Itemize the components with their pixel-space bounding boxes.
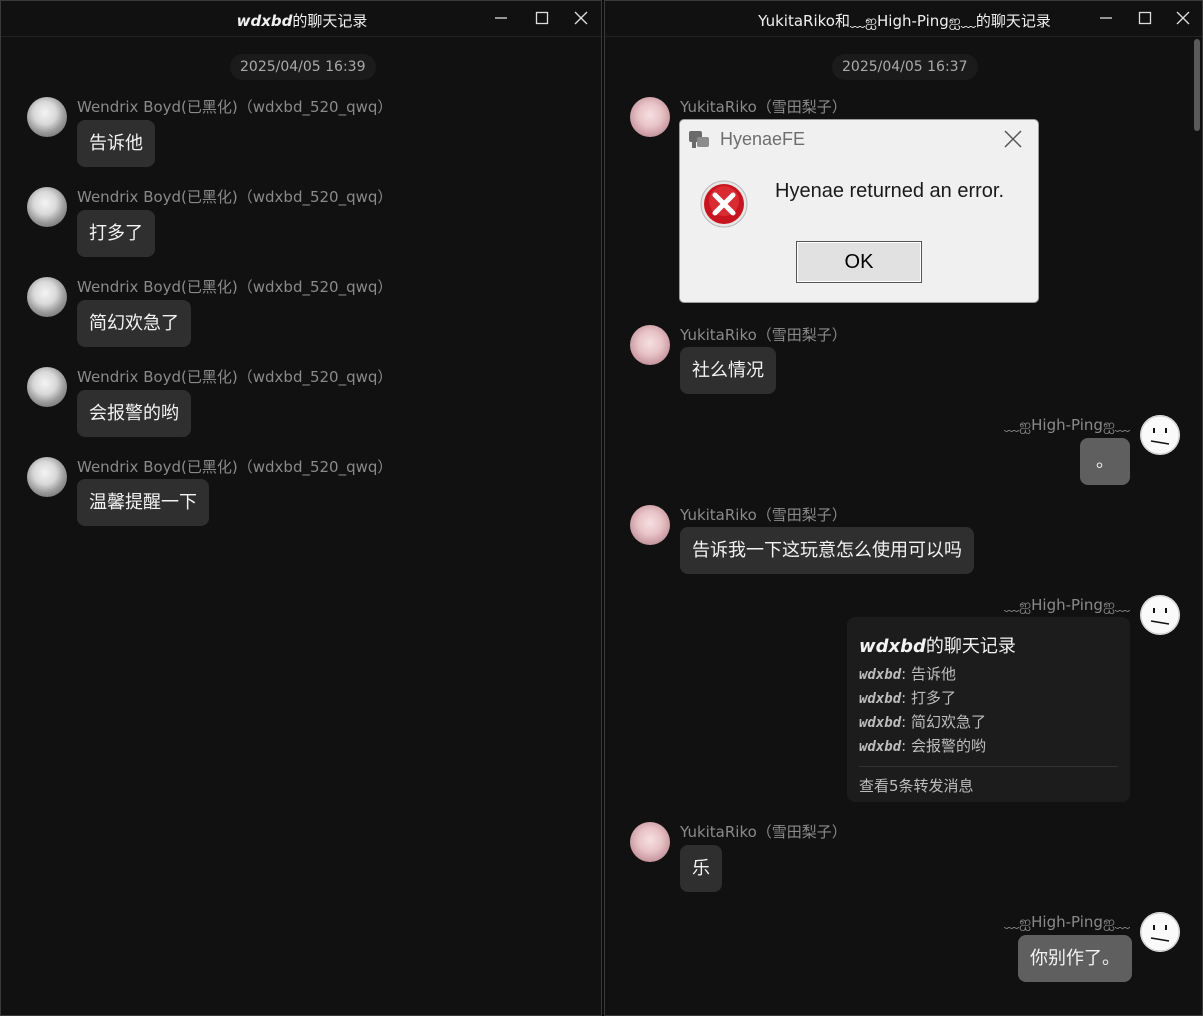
avatar[interactable]	[630, 822, 670, 862]
sender-name: YukitaRiko（雪田梨子）	[680, 326, 847, 344]
maximize-icon[interactable]	[531, 7, 553, 29]
avatar[interactable]	[27, 367, 67, 407]
dialog-title: HyenaeFE	[720, 129, 806, 149]
message-bubble[interactable]: 告诉我一下这玩意怎么使用可以吗	[680, 527, 974, 574]
timestamp: 2025/04/05 16:39	[230, 54, 376, 80]
sender-name: ﹏ஐHigh-Pingஐ﹏	[1004, 913, 1130, 931]
avatar[interactable]	[27, 457, 67, 497]
avatar[interactable]	[630, 97, 670, 137]
forward-line: wdxbd: 打多了	[859, 689, 956, 707]
divider	[859, 766, 1118, 767]
message-bubble[interactable]: 。	[1080, 438, 1130, 485]
message-bubble[interactable]: 告诉他	[77, 120, 155, 167]
avatar[interactable]	[27, 277, 67, 317]
avatar[interactable]	[1140, 595, 1180, 635]
title-bar: YukitaRiko和﹏ஐHigh-Pingஐ﹏的聊天记录	[605, 1, 1202, 37]
avatar[interactable]	[630, 325, 670, 365]
face-icon	[1140, 912, 1180, 952]
close-icon[interactable]	[1172, 7, 1194, 29]
maximize-icon[interactable]	[1134, 7, 1156, 29]
sender-name: Wendrix Boyd(已黑化)（wdxbd_520_qwq）	[77, 98, 393, 116]
title-bar: wdxbd的聊天记录	[1, 1, 601, 37]
sender-name: Wendrix Boyd(已黑化)（wdxbd_520_qwq）	[77, 278, 393, 296]
message-bubble[interactable]: 会报警的哟	[77, 390, 191, 437]
forward-line: wdxbd: 简幻欢急了	[859, 713, 986, 731]
sender-name: Wendrix Boyd(已黑化)（wdxbd_520_qwq）	[77, 458, 393, 476]
sender-name: ﹏ஐHigh-Pingஐ﹏	[1004, 416, 1130, 434]
app-icon	[689, 131, 709, 148]
sender-name: YukitaRiko（雪田梨子）	[680, 506, 847, 524]
avatar[interactable]	[27, 97, 67, 137]
avatar[interactable]	[27, 187, 67, 227]
close-icon[interactable]	[570, 7, 592, 29]
message-bubble[interactable]: 乐	[680, 845, 722, 892]
message-bubble[interactable]: 温馨提醒一下	[77, 479, 209, 526]
forward-line: wdxbd: 告诉他	[859, 665, 956, 683]
sender-name: YukitaRiko（雪田梨子）	[680, 823, 847, 841]
error-dialog: HyenaeFE Hyenae returned an error. OK	[679, 119, 1039, 303]
avatar[interactable]	[630, 505, 670, 545]
avatar[interactable]	[1140, 912, 1180, 952]
sender-name: YukitaRiko（雪田梨子）	[680, 98, 847, 116]
message-bubble[interactable]: 简幻欢急了	[77, 300, 191, 347]
minimize-icon[interactable]	[1095, 7, 1117, 29]
error-icon	[700, 180, 748, 228]
message-bubble[interactable]: 社么情况	[680, 347, 776, 394]
timestamp: 2025/04/05 16:37	[832, 54, 978, 80]
sender-name: Wendrix Boyd(已黑化)（wdxbd_520_qwq）	[77, 188, 393, 206]
face-icon	[1140, 415, 1180, 455]
chat-window-left: wdxbd的聊天记录 2025/04/05 16:39 Wendrix Boyd…	[0, 0, 602, 1016]
forwarded-chat-card[interactable]: wdxbd的聊天记录 wdxbd: 告诉他 wdxbd: 打多了 wdxbd: …	[847, 617, 1130, 802]
face-icon	[1140, 595, 1180, 635]
forward-title: wdxbd的聊天记录	[859, 636, 1016, 657]
sender-name: ﹏ஐHigh-Pingஐ﹏	[1004, 596, 1130, 614]
forward-line: wdxbd: 会报警的哟	[859, 737, 986, 755]
view-forwarded-link[interactable]: 查看5条转发消息	[859, 775, 974, 796]
scrollbar[interactable]	[1194, 39, 1200, 131]
message-bubble[interactable]: 打多了	[77, 210, 155, 257]
ok-button[interactable]: OK	[796, 241, 922, 283]
avatar[interactable]	[1140, 415, 1180, 455]
minimize-icon[interactable]	[490, 7, 512, 29]
close-icon[interactable]	[1002, 128, 1024, 150]
dialog-title-bar: HyenaeFE	[680, 120, 1038, 160]
message-bubble[interactable]: 你别作了。	[1018, 935, 1132, 982]
dialog-message: Hyenae returned an error.	[775, 180, 1005, 202]
sender-name: Wendrix Boyd(已黑化)（wdxbd_520_qwq）	[77, 368, 393, 386]
